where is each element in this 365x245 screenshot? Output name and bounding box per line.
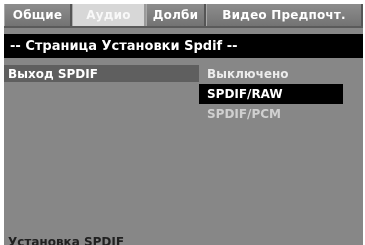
page-title: -- Страница Установки Spdif -- xyxy=(4,34,363,58)
setting-item-spdif-output[interactable]: Выход SPDIF xyxy=(4,65,199,82)
footer-status: Установка SPDIF xyxy=(4,234,363,245)
tab-audio[interactable]: Аудио xyxy=(72,4,146,26)
dvd-setup-screen: Общие Аудио Долби Видео Предпочт. -- Стр… xyxy=(4,4,363,245)
tab-dolby[interactable]: Долби xyxy=(146,4,206,26)
tab-bar: Общие Аудио Долби Видео Предпочт. xyxy=(4,4,363,28)
footer-text: Установка SPDIF xyxy=(8,235,125,245)
option-spdif-raw[interactable]: SPDIF/RAW xyxy=(199,84,343,104)
option-off[interactable]: Выключено xyxy=(199,64,343,84)
option-spdif-pcm[interactable]: SPDIF/PCM xyxy=(199,104,343,124)
tab-general[interactable]: Общие xyxy=(4,4,72,26)
tab-video-preferences[interactable]: Видео Предпочт. xyxy=(206,4,363,26)
option-list: Выключено SPDIF/RAW SPDIF/PCM xyxy=(199,64,363,124)
